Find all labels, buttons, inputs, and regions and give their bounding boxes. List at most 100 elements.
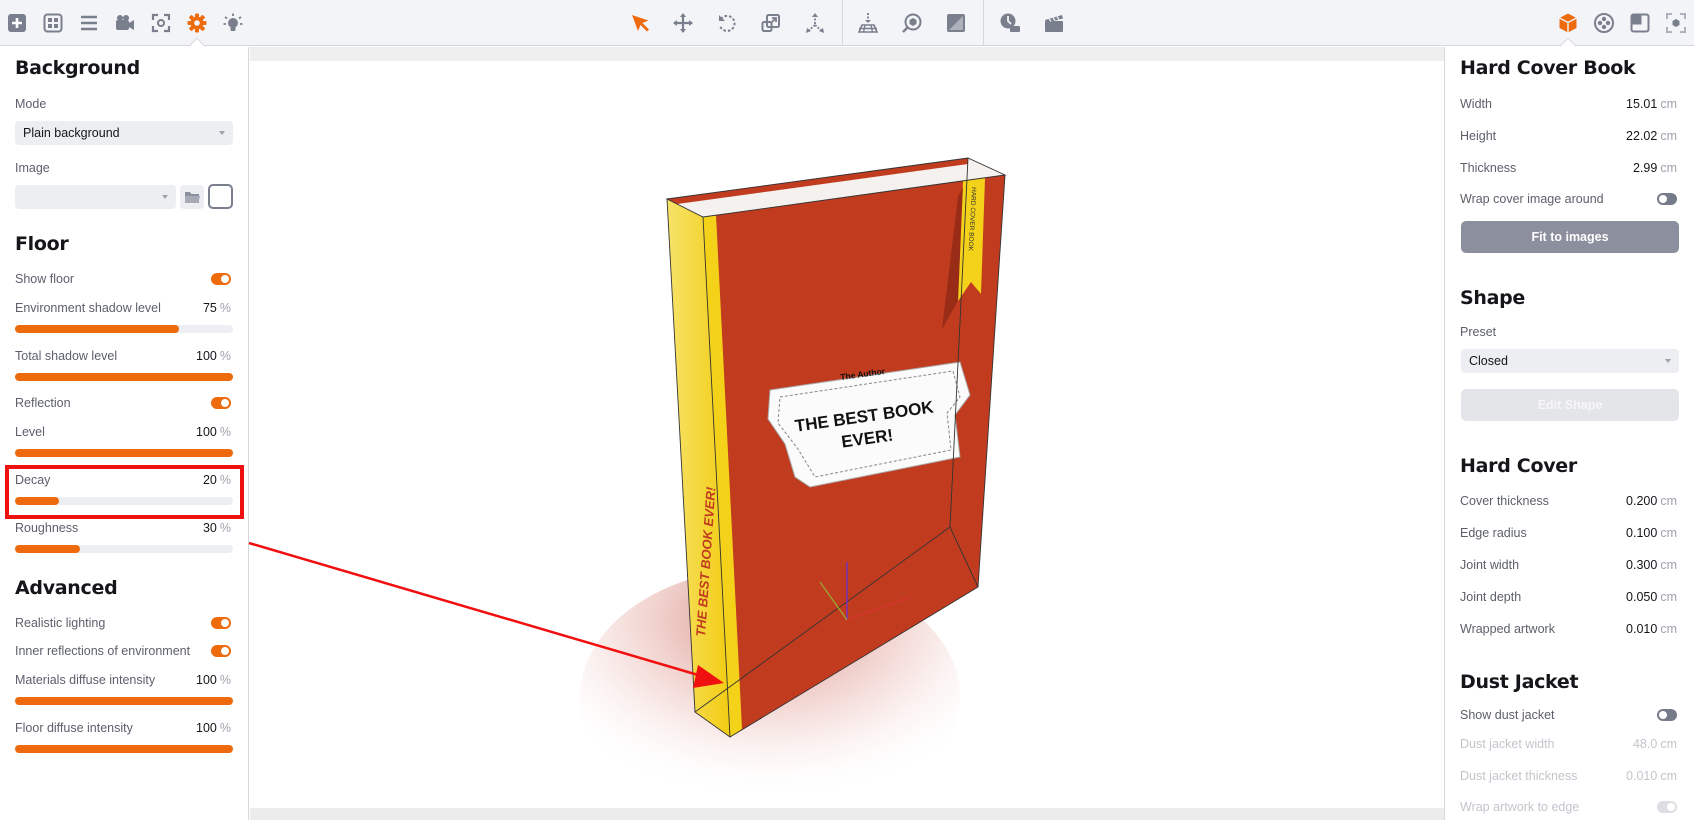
add-button[interactable] xyxy=(2,8,32,38)
viewport-bottom-bar xyxy=(250,808,1444,820)
chevron-down-icon xyxy=(219,131,225,135)
level-slider[interactable] xyxy=(15,449,233,457)
thickness-label: Thickness xyxy=(1460,161,1517,175)
hard-cover-row-value[interactable]: 0.010 cm xyxy=(1626,622,1677,636)
select-tool-button[interactable] xyxy=(625,8,655,38)
decay-value: 20% xyxy=(202,473,231,487)
scale-tool-button[interactable] xyxy=(756,8,786,38)
realistic-lighting-toggle[interactable] xyxy=(211,617,231,629)
material-icon xyxy=(947,14,965,32)
edit-shape-button[interactable]: Edit Shape xyxy=(1461,389,1679,421)
materials-diffuse-slider[interactable] xyxy=(15,697,233,705)
rotate-icon xyxy=(719,14,736,32)
wrap-cover-toggle[interactable] xyxy=(1657,193,1677,205)
fit-to-images-button[interactable]: Fit to images xyxy=(1461,221,1679,253)
focus-button[interactable] xyxy=(146,8,176,38)
advanced-section-title: Advanced xyxy=(15,577,118,599)
hard-cover-row-label: Edge radius xyxy=(1460,526,1527,540)
floor-diffuse-label: Floor diffuse intensity xyxy=(15,721,133,735)
frame-icon xyxy=(1630,13,1650,33)
rotate-tool-button[interactable] xyxy=(712,8,742,38)
light-icon xyxy=(223,13,243,31)
animation-button[interactable] xyxy=(995,8,1025,38)
thickness-value[interactable]: 2.99 cm xyxy=(1633,161,1677,175)
total-shadow-slider[interactable] xyxy=(15,373,233,381)
dust-jacket-section-title: Dust Jacket xyxy=(1460,671,1579,693)
fullscreen-button[interactable] xyxy=(1661,8,1691,38)
layout-button[interactable] xyxy=(38,8,68,38)
open-image-button[interactable] xyxy=(180,185,204,209)
width-value[interactable]: 15.01 cm xyxy=(1626,97,1677,111)
env-shadow-slider[interactable] xyxy=(15,325,233,333)
axis-icon xyxy=(806,13,824,33)
object-panel-button[interactable] xyxy=(1553,8,1583,38)
lighting-button[interactable] xyxy=(218,8,248,38)
hard-cover-row-label: Joint width xyxy=(1460,558,1520,572)
fullscreen-icon xyxy=(1666,13,1686,33)
wrap-cover-label: Wrap cover image around xyxy=(1460,192,1604,206)
hard-cover-row-label: Wrapped artwork xyxy=(1460,622,1555,636)
drop-to-floor-button[interactable] xyxy=(853,8,883,38)
grid-icon xyxy=(43,13,63,33)
render-video-button[interactable] xyxy=(1039,8,1069,38)
level-label: Level xyxy=(15,425,45,439)
mode-select[interactable]: Plain background xyxy=(15,121,233,145)
scene-list-button[interactable] xyxy=(74,8,104,38)
preset-label: Preset xyxy=(1460,325,1497,339)
dust-jacket-width-value: 48.0 cm xyxy=(1632,737,1677,751)
wrap-artwork-edge-toggle[interactable] xyxy=(1657,801,1677,813)
background-color-swatch[interactable] xyxy=(208,184,233,209)
pivot-tool-button[interactable] xyxy=(800,8,830,38)
frame-button[interactable] xyxy=(1625,8,1655,38)
height-value[interactable]: 22.02 cm xyxy=(1626,129,1677,143)
floor-diffuse-slider[interactable] xyxy=(15,745,233,753)
reflection-toggle[interactable] xyxy=(211,397,231,409)
drop-to-floor-icon xyxy=(857,13,879,33)
background-section-title: Background xyxy=(15,57,140,79)
roughness-slider[interactable] xyxy=(15,545,233,553)
total-shadow-value: 100% xyxy=(196,349,231,363)
hard-cover-row-value[interactable]: 0.100 cm xyxy=(1626,526,1677,540)
preset-select[interactable]: Closed xyxy=(1461,349,1679,373)
settings-button[interactable] xyxy=(182,8,212,38)
env-shadow-label: Environment shadow level xyxy=(15,301,161,315)
move-tool-button[interactable] xyxy=(668,8,698,38)
floor-diffuse-value: 100% xyxy=(196,721,231,735)
focus-icon xyxy=(151,13,171,33)
show-dust-jacket-label: Show dust jacket xyxy=(1460,708,1555,722)
material-ball-icon xyxy=(1594,13,1614,33)
roughness-label: Roughness xyxy=(15,521,79,535)
show-floor-toggle[interactable] xyxy=(211,273,231,285)
object-cube-icon xyxy=(1559,13,1577,33)
wrap-artwork-edge-label: Wrap artwork to edge xyxy=(1460,800,1580,814)
level-value: 100% xyxy=(196,425,231,439)
env-shadow-value: 75% xyxy=(202,301,231,315)
height-label: Height xyxy=(1460,129,1497,143)
toolbar-separator xyxy=(842,0,843,46)
materials-diffuse-label: Materials diffuse intensity xyxy=(15,673,156,687)
main-toolbar xyxy=(0,0,1694,55)
material-button[interactable] xyxy=(941,8,971,38)
hard-cover-row-value[interactable]: 0.050 cm xyxy=(1626,590,1677,604)
hard-cover-row-value[interactable]: 0.200 cm xyxy=(1626,494,1677,508)
preset-select-value: Closed xyxy=(1469,354,1508,368)
inspect-object-icon xyxy=(902,13,922,33)
decay-slider[interactable] xyxy=(15,497,233,505)
camera-button[interactable] xyxy=(110,8,140,38)
dust-jacket-width-label: Dust jacket width xyxy=(1460,737,1555,751)
decay-label: Decay xyxy=(15,473,51,487)
shape-section-title: Shape xyxy=(1460,287,1526,309)
dust-jacket-thickness-value: 0.010 cm xyxy=(1626,769,1677,783)
inner-reflections-toggle[interactable] xyxy=(211,645,231,657)
roughness-value: 30% xyxy=(202,521,231,535)
animation-timer-icon xyxy=(1000,13,1020,32)
folder-icon xyxy=(185,192,200,203)
inspect-object-button[interactable] xyxy=(897,8,927,38)
3d-viewport[interactable]: THE BEST BOOK EVER! HARD COVER BOOK The … xyxy=(250,47,1444,820)
image-select[interactable] xyxy=(15,185,176,209)
materials-panel-button[interactable] xyxy=(1589,8,1619,38)
show-dust-jacket-toggle[interactable] xyxy=(1657,709,1677,721)
clapperboard-icon xyxy=(1045,15,1063,32)
gear-icon xyxy=(187,13,207,33)
hard-cover-row-value[interactable]: 0.300 cm xyxy=(1626,558,1677,572)
